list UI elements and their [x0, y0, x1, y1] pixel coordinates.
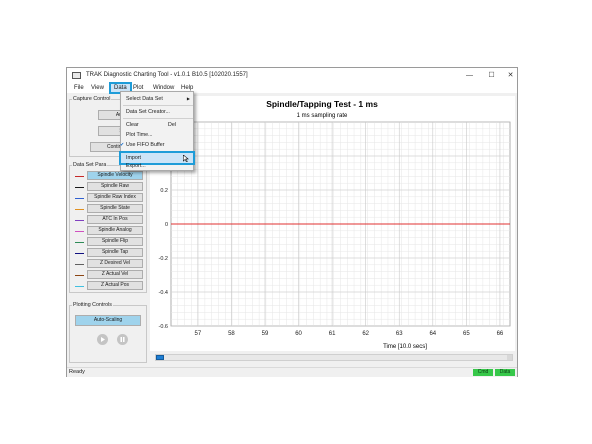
series-color-swatch: [75, 209, 84, 210]
data-set-button[interactable]: Spindle Flip: [87, 237, 143, 246]
series-color-swatch: [75, 286, 84, 287]
capture-controls-label: Capture Control: [72, 96, 112, 102]
x-tick-label: 66: [497, 331, 504, 337]
x-tick-label: 65: [463, 331, 470, 337]
x-tick-label: 60: [295, 331, 302, 337]
data-status-badge: Data: [495, 369, 515, 376]
data-set-button[interactable]: Spindle Raw: [87, 182, 143, 191]
menu-item-data-set-creator[interactable]: Data Set Creator...: [121, 107, 193, 117]
data-set-button[interactable]: Z Actual Pos: [87, 281, 143, 290]
checkmark-icon: ✔: [120, 142, 125, 148]
data-menu-dropdown: Select Data Set ▶ Data Set Creator... Cl…: [119, 91, 195, 171]
shortcut-label: Del: [168, 122, 176, 128]
x-tick-label: 61: [329, 331, 336, 337]
minimize-icon[interactable]: —: [463, 70, 476, 81]
menu-separator: [123, 105, 193, 106]
y-tick-label: -0.2: [159, 256, 168, 262]
chart-subtitle: 1 ms sampling rate: [297, 113, 348, 119]
chart-area[interactable]: Spindle/Tapping Test - 1 ms 1 ms samplin…: [150, 96, 515, 351]
x-tick-label: 62: [362, 331, 369, 337]
menu-file[interactable]: File: [74, 84, 84, 92]
y-tick-label: 0: [165, 222, 168, 228]
data-set-button[interactable]: Z Desired Vel: [87, 259, 143, 268]
scroll-thumb[interactable]: [156, 355, 164, 360]
window-title: TRAK Diagnostic Charting Tool - v1.0.1 B…: [86, 72, 248, 78]
menu-separator: [123, 118, 193, 119]
x-tick-label: 57: [195, 331, 202, 337]
series-color-swatch: [75, 231, 84, 232]
data-set-params-label: Data Set Para: [72, 162, 108, 168]
y-tick-label: -0.6: [159, 324, 168, 330]
submenu-arrow-icon: ▶: [186, 96, 190, 101]
data-set-row: Spindle Flip: [75, 237, 145, 247]
data-set-button[interactable]: Spindle State: [87, 204, 143, 213]
data-set-row: ATC In Pos: [75, 215, 145, 225]
time-scrollbar[interactable]: [155, 354, 513, 361]
menu-separator: [123, 151, 193, 152]
data-set-button[interactable]: Spindle Velocity: [87, 171, 143, 180]
auto-scaling-button[interactable]: Auto-Scaling: [75, 315, 141, 326]
data-set-button[interactable]: ATC In Pos: [87, 215, 143, 224]
cmd-status-badge: Cmd: [473, 369, 493, 376]
chart-title: Spindle/Tapping Test - 1 ms: [266, 99, 378, 109]
data-set-row: Spindle State: [75, 204, 145, 214]
plotting-controls-group: Plotting Controls Auto-Scaling: [69, 302, 147, 363]
menu-item-plot-time[interactable]: Plot Time...: [121, 130, 193, 140]
close-icon[interactable]: ✕: [504, 70, 517, 81]
series-color-swatch: [75, 198, 84, 199]
x-tick-label: 58: [228, 331, 235, 337]
series-color-swatch: [75, 187, 84, 188]
maximize-icon[interactable]: ☐: [485, 70, 498, 81]
series-color-swatch: [75, 275, 84, 276]
data-set-row: Spindle Raw Index: [75, 193, 145, 203]
x-tick-label: 63: [396, 331, 403, 337]
data-set-row: Spindle Analog: [75, 226, 145, 236]
data-set-button[interactable]: Spindle Tap: [87, 248, 143, 257]
plotting-controls-label: Plotting Controls: [72, 302, 113, 308]
status-bar: Ready Cmd Data: [67, 367, 517, 377]
y-tick-label: -0.4: [159, 290, 168, 296]
app-icon: [72, 72, 81, 79]
data-set-row: Spindle Tap: [75, 248, 145, 258]
series-color-swatch: [75, 220, 84, 221]
menu-item-select-data-set[interactable]: Select Data Set ▶: [121, 94, 193, 104]
chart-svg: Spindle/Tapping Test - 1 ms 1 ms samplin…: [159, 99, 511, 350]
data-set-row: Z Actual Pos: [75, 281, 145, 291]
title-bar: TRAK Diagnostic Charting Tool - v1.0.1 B…: [67, 68, 517, 83]
data-set-button[interactable]: Spindle Raw Index: [87, 193, 143, 202]
pause-icon[interactable]: [117, 334, 128, 345]
scroll-end-button[interactable]: [507, 355, 512, 360]
y-tick-label: 0.2: [160, 188, 168, 194]
status-text: Ready: [69, 369, 85, 375]
data-set-row: Z Actual Vel: [75, 270, 145, 280]
data-set-button[interactable]: Spindle Analog: [87, 226, 143, 235]
x-tick-label: 59: [262, 331, 269, 337]
data-set-params-group: Data Set Para Spindle Velocity Spindle R…: [69, 162, 147, 293]
menu-item-clear[interactable]: Clear Del: [121, 120, 193, 130]
series-color-swatch: [75, 176, 84, 177]
menu-view[interactable]: View: [91, 84, 104, 92]
series-color-swatch: [75, 264, 84, 265]
menu-item-use-fifo-buffer[interactable]: ✔ Use FIFO Buffer: [120, 140, 193, 150]
x-tick-label: 64: [429, 331, 436, 337]
menu-item-export[interactable]: Export...: [121, 162, 193, 170]
data-set-row: Spindle Velocity: [75, 171, 145, 181]
data-set-row: Z Desired Vel: [75, 259, 145, 269]
series-color-swatch: [75, 242, 84, 243]
x-axis-label: Time [10.0 secs]: [383, 344, 427, 350]
data-set-row: Spindle Raw: [75, 182, 145, 192]
data-set-button[interactable]: Z Actual Vel: [87, 270, 143, 279]
play-icon[interactable]: [97, 334, 108, 345]
mouse-cursor-icon: [183, 155, 189, 162]
series-color-swatch: [75, 253, 84, 254]
